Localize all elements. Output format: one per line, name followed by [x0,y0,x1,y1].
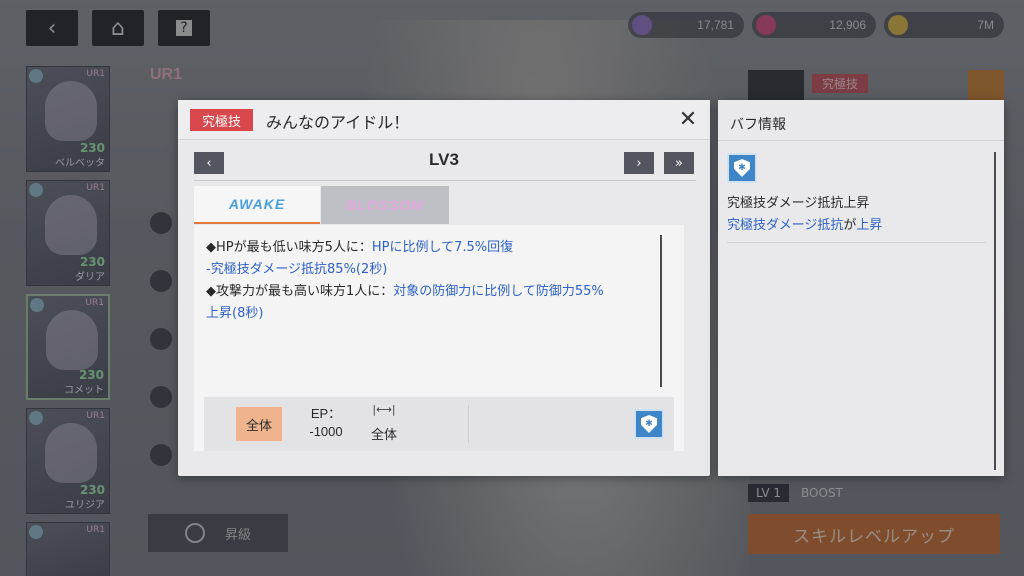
modal-header: 究極技 みんなのアイドル！ ✕ [178,100,710,140]
effect-1-value: HPに比例して7.5%回復 [371,240,514,255]
max-level-button[interactable]: » [664,152,694,174]
target-badge: 全体 [236,407,282,441]
effect-2-value: 対象の防御力に比例して防御力55% [393,284,604,299]
ep-label: EP： [310,406,342,421]
effect-1-extra: -究極技ダメージ抵抗85%(2秒) [206,262,388,277]
effect-2-duration: 上昇(8秒) [206,306,264,321]
buff-description: 究極技ダメージ抵抗が上昇 [727,214,882,233]
skill-description-panel: ◆HPが最も低い味方5人に：HPに比例して7.5%回復 -究極技ダメージ抵抗85… [194,225,684,451]
range-icon: |⟷| [372,403,396,416]
description-scrollbar[interactable] [660,235,662,387]
buff-scrollbar[interactable] [994,152,996,470]
divider [468,405,469,443]
divider [194,180,696,181]
close-button[interactable]: ✕ [674,106,702,134]
skill-description: ◆HPが最も低い味方5人に：HPに比例して7.5%回復 -究極技ダメージ抵抗85… [206,237,656,325]
range-value: 全体 [370,428,397,443]
ultimate-tag: 究極技 [190,109,254,131]
divider [718,140,1004,141]
buff-icon-button[interactable]: ✱ [634,409,664,439]
shield-icon: ✱ [641,415,657,433]
ep-value: -1000 [309,424,343,439]
buff-panel-title: バフ情報 [730,117,786,133]
effect-2-target: ◆攻撃力が最も高い味方1人に： [206,284,394,299]
buff-icon: ✱ [727,153,757,183]
next-level-button[interactable]: › [624,152,654,174]
buff-desc-particle: が [843,218,857,233]
skill-stats-footer: 全体 EP： -1000 |⟷| 全体 ✱ [204,397,674,451]
shield-icon: ✱ [734,159,750,177]
tab-blossom[interactable]: BLOSSOM [321,186,449,224]
buff-name: 究極技ダメージ抵抗上昇 [727,196,870,211]
tab-awake[interactable]: AWAKE [194,186,320,224]
skill-title: みんなのアイドル！ [266,113,410,132]
effect-1-target: ◆HPが最も低い味方5人に： [206,240,372,255]
buff-info-panel: バフ情報 ✱ 究極技ダメージ抵抗上昇 究極技ダメージ抵抗が上昇 [718,100,1004,476]
divider [727,242,986,243]
skill-detail-modal: 究極技 みんなのアイドル！ ✕ ‹ LV3 › » AWAKE BLOSSOM … [178,100,710,476]
buff-desc-effect: 上昇 [856,218,883,233]
buff-desc-stat: 究極技ダメージ抵抗 [727,218,844,233]
